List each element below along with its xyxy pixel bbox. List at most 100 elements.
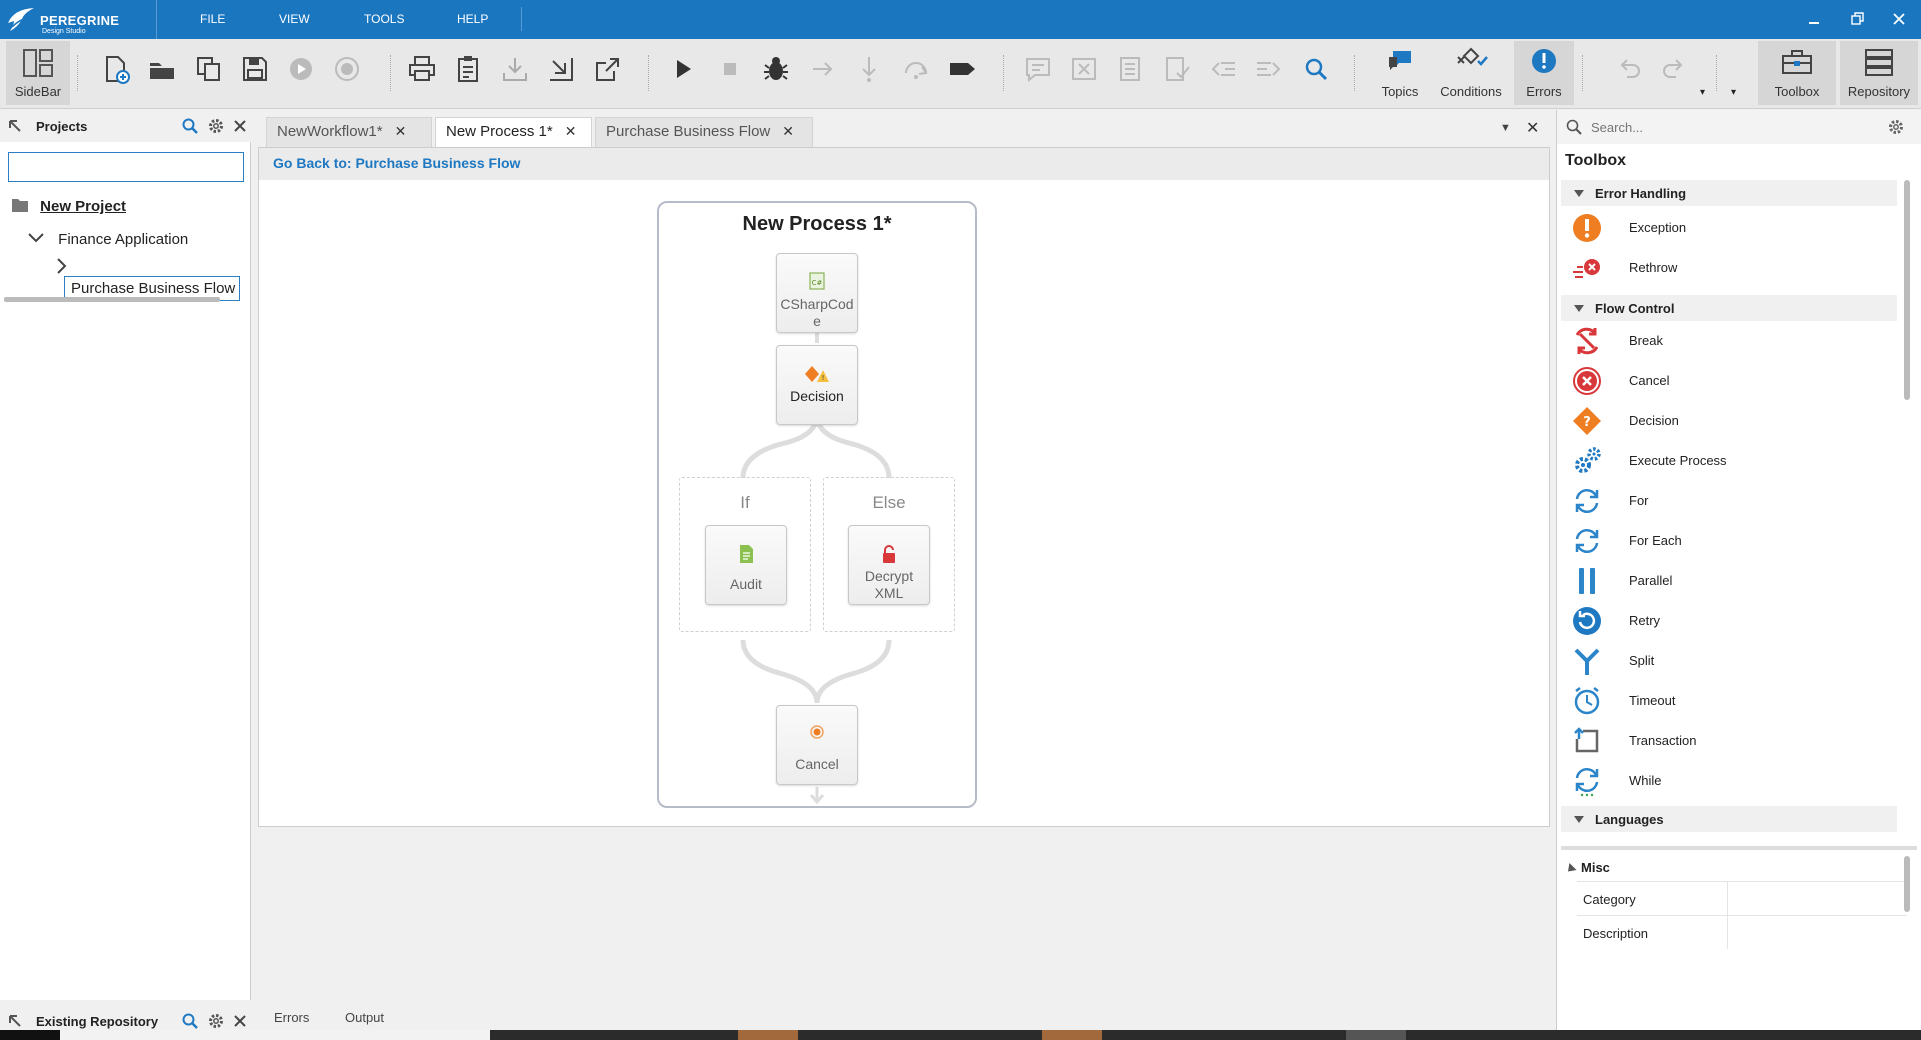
- step-out-button[interactable]: [900, 53, 932, 85]
- clipboard-button[interactable]: [452, 53, 484, 85]
- toolbox-item-split[interactable]: Split: [1567, 643, 1887, 679]
- toolbox-scrollbar[interactable]: [1904, 180, 1910, 400]
- find-button[interactable]: [1300, 53, 1332, 85]
- close-tab-icon[interactable]: ✕: [395, 123, 407, 140]
- tab-newworkflow1[interactable]: NewWorkflow1* ✕: [266, 117, 432, 147]
- taskbar-app[interactable]: [1042, 1030, 1102, 1040]
- chevron-right-icon[interactable]: [56, 258, 68, 274]
- print-button[interactable]: [406, 53, 438, 85]
- debug-button[interactable]: [760, 53, 792, 85]
- toolbox-button[interactable]: Toolbox: [1758, 41, 1836, 105]
- document-button[interactable]: [1114, 53, 1146, 85]
- indent-button[interactable]: [1253, 53, 1285, 85]
- menu-file[interactable]: FILE: [200, 12, 225, 26]
- new-file-button[interactable]: [99, 53, 131, 85]
- uncomment-button[interactable]: [1068, 53, 1100, 85]
- toolbox-item-for-each[interactable]: For Each: [1567, 523, 1887, 559]
- toolbox-item-break[interactable]: Break: [1567, 323, 1887, 359]
- toolbox-item-cancel[interactable]: Cancel: [1567, 363, 1887, 399]
- go-back-link[interactable]: Go Back to: Purchase Business Flow: [259, 148, 1549, 180]
- overflow-dropdown-icon[interactable]: ▾: [1731, 87, 1736, 98]
- close-window-icon[interactable]: [1889, 9, 1909, 29]
- toolbox-item-timeout[interactable]: Timeout: [1567, 683, 1887, 719]
- search-icon[interactable]: [181, 117, 199, 135]
- activity-cancel[interactable]: Cancel: [776, 705, 858, 785]
- restore-icon[interactable]: [1847, 9, 1867, 29]
- tree-item-new-project[interactable]: New Project: [12, 198, 126, 215]
- sidebar-button[interactable]: SideBar: [6, 41, 70, 105]
- topics-button[interactable]: Topics: [1372, 41, 1428, 105]
- projects-search-input[interactable]: [8, 152, 244, 182]
- toolbox-item-decision[interactable]: ? Decision: [1567, 403, 1887, 439]
- minimize-icon[interactable]: [1804, 9, 1824, 29]
- pin-icon[interactable]: [6, 117, 24, 135]
- horizontal-scrollbar[interactable]: [4, 297, 220, 302]
- toolbox-item-transaction[interactable]: Transaction: [1567, 723, 1887, 759]
- chevron-down-icon[interactable]: [28, 232, 44, 244]
- outdent-button[interactable]: [1207, 53, 1239, 85]
- tab-new-process-1[interactable]: New Process 1* ✕: [435, 117, 592, 147]
- category-languages[interactable]: Languages: [1561, 806, 1897, 832]
- activity-decision[interactable]: ! Decision: [776, 345, 858, 425]
- toolbox-search-input[interactable]: [1591, 116, 1871, 138]
- menu-help[interactable]: HELP: [457, 12, 488, 26]
- import-button[interactable]: [545, 53, 577, 85]
- record-disabled-button[interactable]: [331, 53, 363, 85]
- panel-splitter[interactable]: [1561, 846, 1917, 850]
- comment-button[interactable]: [1022, 53, 1054, 85]
- menu-view[interactable]: VIEW: [279, 12, 310, 26]
- tab-list-dropdown-icon[interactable]: ▼: [1500, 122, 1511, 134]
- redo-button[interactable]: [1658, 53, 1690, 85]
- toolbox-item-while[interactable]: While: [1567, 763, 1887, 799]
- toolbox-item-parallel[interactable]: Parallel: [1567, 563, 1887, 599]
- menu-tools[interactable]: TOOLS: [364, 12, 404, 26]
- close-tab-icon[interactable]: ✕: [782, 123, 794, 140]
- activity-decrypt-xml[interactable]: Decrypt XML: [848, 525, 930, 605]
- close-document-icon[interactable]: ✕: [1526, 118, 1539, 138]
- validate-button[interactable]: [1161, 53, 1193, 85]
- tree-item-finance-application[interactable]: Finance Application: [28, 231, 188, 248]
- toolbox-item-rethrow[interactable]: Rethrow: [1567, 250, 1887, 286]
- download-button[interactable]: [499, 53, 531, 85]
- properties-scrollbar[interactable]: [1904, 856, 1910, 912]
- toolbox-item-execute-process[interactable]: Execute Process: [1567, 443, 1887, 479]
- conditions-button[interactable]: Conditions: [1434, 41, 1508, 105]
- tab-errors[interactable]: Errors: [274, 1010, 309, 1025]
- open-folder-button[interactable]: [146, 53, 178, 85]
- save-button[interactable]: [239, 53, 271, 85]
- pin-icon[interactable]: [6, 1012, 24, 1030]
- property-row-category[interactable]: Category: [1577, 881, 1907, 915]
- tab-purchase-business-flow[interactable]: Purchase Business Flow ✕: [595, 117, 813, 147]
- close-tab-icon[interactable]: ✕: [565, 123, 577, 140]
- search-icon[interactable]: [181, 1012, 199, 1030]
- category-error-handling[interactable]: Error Handling: [1561, 180, 1897, 206]
- properties-group-misc[interactable]: Misc: [1561, 854, 1901, 880]
- toolbox-item-for[interactable]: For: [1567, 483, 1887, 519]
- breakpoint-button[interactable]: [946, 53, 978, 85]
- start-debug-button[interactable]: [667, 53, 699, 85]
- gear-icon[interactable]: [207, 117, 225, 135]
- close-icon[interactable]: [231, 1012, 249, 1030]
- taskbar-search[interactable]: [60, 1030, 490, 1040]
- repository-button[interactable]: Repository: [1840, 41, 1918, 105]
- undo-button[interactable]: [1613, 53, 1645, 85]
- step-over-button[interactable]: [807, 53, 839, 85]
- close-icon[interactable]: [231, 117, 249, 135]
- run-disabled-button[interactable]: [285, 53, 317, 85]
- gear-icon[interactable]: [207, 1012, 225, 1030]
- property-row-description[interactable]: Description: [1577, 915, 1907, 949]
- taskbar-app[interactable]: [1346, 1030, 1406, 1040]
- stop-button[interactable]: [714, 53, 746, 85]
- export-button[interactable]: [592, 53, 624, 85]
- category-flow-control[interactable]: Flow Control: [1561, 295, 1897, 321]
- tab-output[interactable]: Output: [345, 1010, 384, 1025]
- taskbar-app[interactable]: [738, 1030, 798, 1040]
- activity-audit[interactable]: Audit: [705, 525, 787, 605]
- toolbox-item-exception[interactable]: Exception: [1567, 210, 1887, 246]
- step-into-button[interactable]: [853, 53, 885, 85]
- activity-csharpcode[interactable]: C# CSharpCode: [776, 253, 858, 333]
- customize-dropdown-icon[interactable]: ▾: [1700, 87, 1705, 98]
- taskbar-start[interactable]: [0, 1030, 60, 1040]
- toolbox-item-retry[interactable]: Retry: [1567, 603, 1887, 639]
- errors-button[interactable]: Errors: [1514, 41, 1574, 105]
